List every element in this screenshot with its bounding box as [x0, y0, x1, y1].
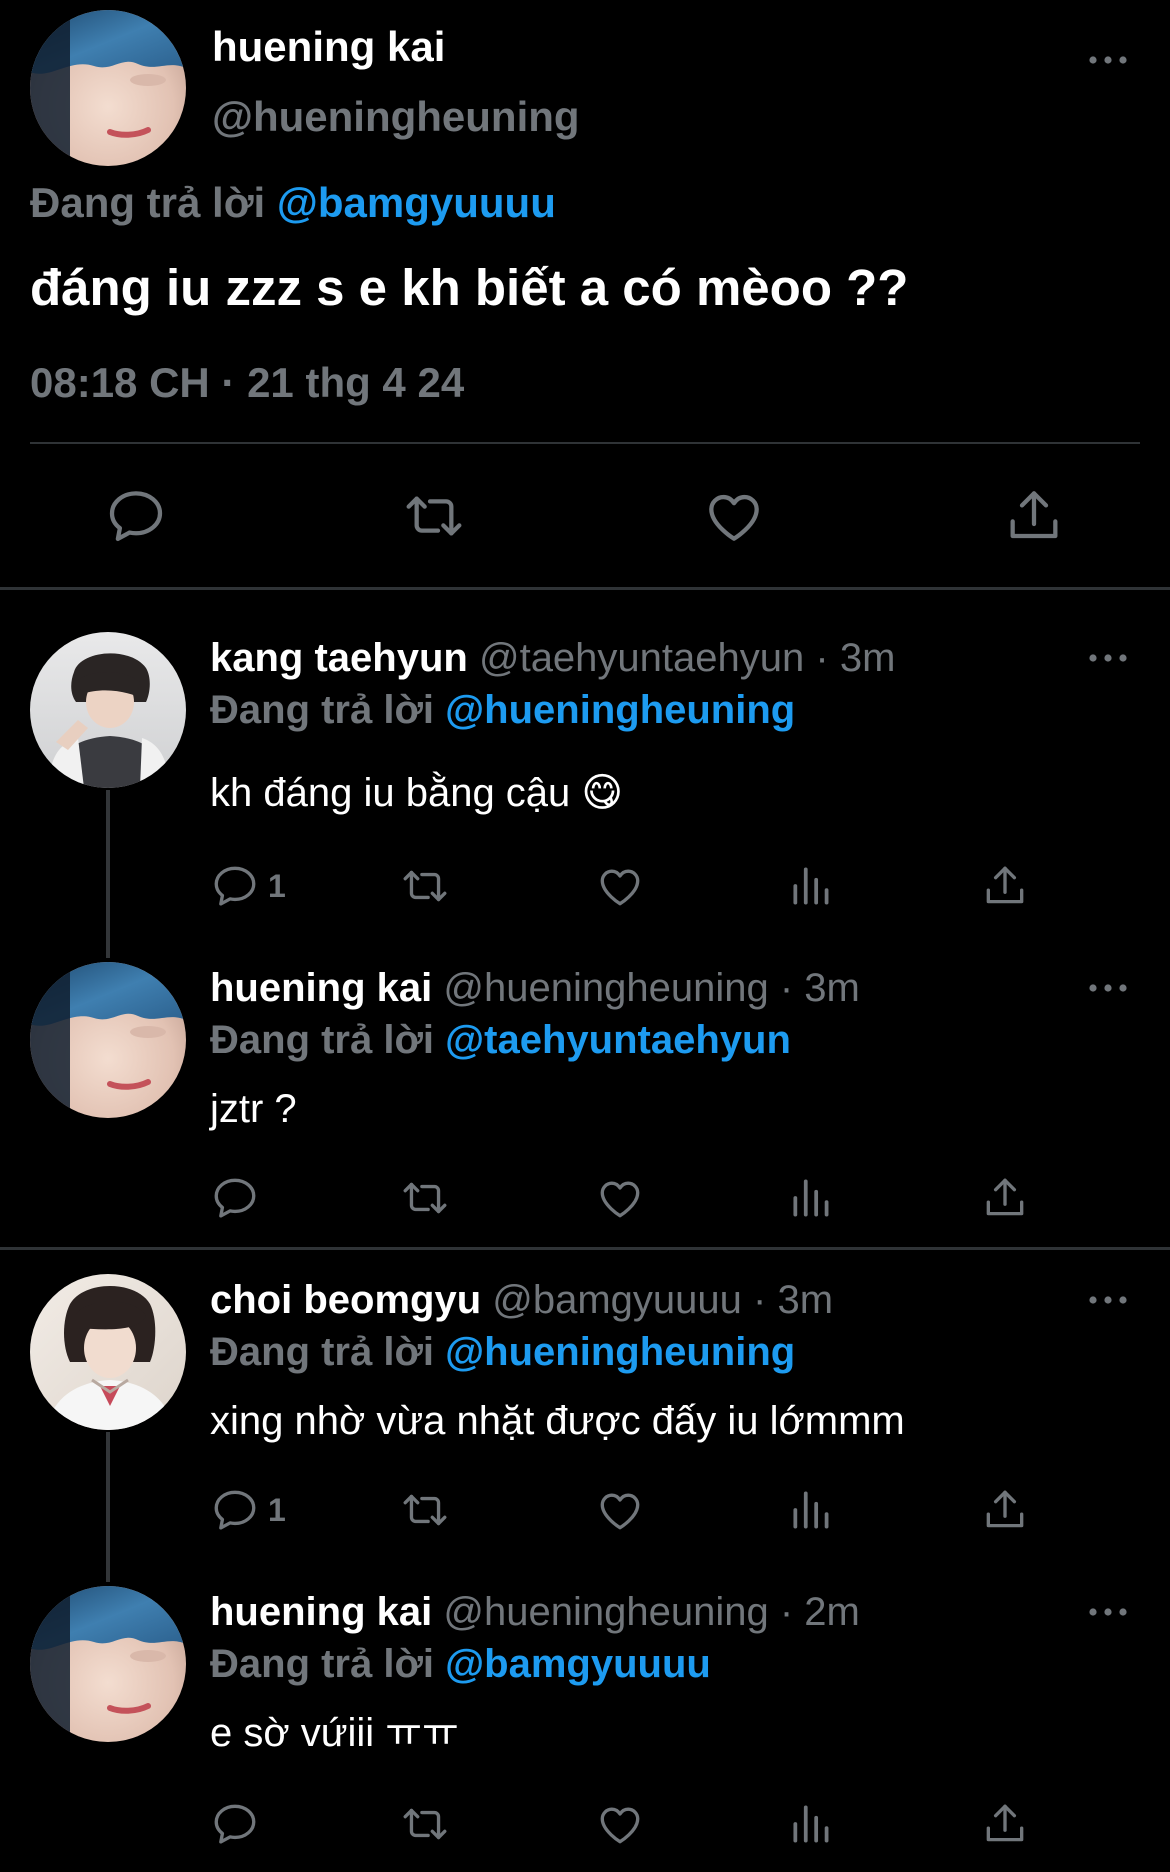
like-icon[interactable]	[702, 484, 766, 548]
reply-author-avatar[interactable]	[30, 632, 186, 788]
reply-icon[interactable]: 1	[210, 860, 286, 912]
main-author-handle[interactable]: @hueningheuning	[212, 92, 580, 142]
more-options-icon[interactable]	[1086, 978, 1130, 998]
avatar-photo-huening	[30, 1586, 186, 1742]
divider	[0, 587, 1170, 590]
share-icon[interactable]	[1002, 484, 1066, 548]
reply-icon[interactable]: 1	[210, 1484, 286, 1536]
reply-author-avatar[interactable]	[30, 1586, 186, 1742]
avatar-photo-taehyun	[30, 632, 186, 788]
reply-author-handle[interactable]: @taehyuntaehyun	[479, 636, 804, 680]
reply-author-avatar[interactable]	[30, 962, 186, 1118]
main-action-bar	[0, 484, 1170, 548]
reply-count: 1	[268, 1491, 286, 1528]
reply-text-content: kh đáng iu bằng cậu	[210, 771, 571, 815]
reply-time[interactable]: · 3m	[815, 636, 895, 680]
reply-action-bar: 1	[210, 860, 1050, 912]
reply-count: 1	[268, 867, 286, 904]
replying-line: Đang trả lời @bamgyuuuu	[210, 1640, 711, 1688]
reply-text: xing nhờ vừa nhặt được đấy iu lớmmm	[210, 1399, 905, 1443]
reply-header: choi beomgyu @bamgyuuuu · 3m	[210, 1276, 833, 1324]
replying-prefix: Đang trả lời	[210, 1642, 435, 1686]
more-options-icon[interactable]	[1086, 50, 1130, 70]
reply-author-name[interactable]: choi beomgyu	[210, 1278, 481, 1322]
retweet-icon[interactable]	[400, 1798, 450, 1850]
reply-text: jztr ?	[210, 1087, 297, 1131]
retweet-icon[interactable]	[400, 1172, 450, 1224]
views-icon[interactable]	[787, 1172, 837, 1224]
replying-prefix: Đang trả lời	[210, 1018, 435, 1062]
replying-to-link[interactable]: @hueningheuning	[445, 688, 795, 732]
retweet-icon[interactable]	[400, 860, 450, 912]
more-options-icon[interactable]	[1086, 1290, 1130, 1310]
views-icon[interactable]	[787, 1484, 837, 1536]
main-replying-line: Đang trả lời @bamgyuuuu	[30, 178, 556, 228]
like-icon[interactable]	[595, 1484, 645, 1536]
like-icon[interactable]	[595, 1798, 645, 1850]
divider	[30, 442, 1140, 444]
reply-author-name[interactable]: kang taehyun	[210, 636, 468, 680]
main-tweet-timestamp[interactable]: 08:18 CH · 21 thg 4 24	[30, 358, 464, 408]
reply-action-bar	[210, 1172, 1050, 1224]
views-icon[interactable]	[787, 860, 837, 912]
reply-header: huening kai @hueningheuning · 2m	[210, 1588, 860, 1636]
reply-author-name[interactable]: huening kai	[210, 1590, 432, 1634]
main-author-name[interactable]: huening kai	[212, 22, 445, 72]
reply-header: kang taehyun @taehyuntaehyun · 3m	[210, 634, 895, 682]
thread-connector	[106, 1432, 110, 1582]
reply-icon[interactable]	[210, 1798, 260, 1850]
replying-prefix: Đang trả lời	[210, 688, 435, 732]
share-icon[interactable]	[980, 1172, 1030, 1224]
avatar-photo-huening	[30, 10, 186, 166]
reply-text: kh đáng iu bằng cậu 😋	[210, 768, 623, 818]
views-icon[interactable]	[787, 1798, 837, 1850]
reply-header: huening kai @hueningheuning · 3m	[210, 964, 860, 1012]
emoji-yum: 😋	[581, 771, 624, 815]
replying-prefix: Đang trả lời	[210, 1330, 435, 1374]
reply-time[interactable]: · 3m	[753, 1278, 833, 1322]
replying-to-link[interactable]: @bamgyuuuu	[445, 1642, 711, 1686]
share-icon[interactable]	[980, 860, 1030, 912]
share-icon[interactable]	[980, 1484, 1030, 1536]
like-icon[interactable]	[595, 1172, 645, 1224]
reply-text: e sờ vứiii ㅠㅠ	[210, 1711, 459, 1755]
avatar-photo-huening	[30, 962, 186, 1118]
main-tweet-text: đáng iu zzz s e kh biết a có mèoo ??	[30, 259, 909, 316]
replying-to-link[interactable]: @taehyuntaehyun	[445, 1018, 791, 1062]
retweet-icon[interactable]	[400, 1484, 450, 1536]
reply-author-avatar[interactable]	[30, 1274, 186, 1430]
reply-time[interactable]: · 2m	[780, 1590, 860, 1634]
more-options-icon[interactable]	[1086, 1602, 1130, 1622]
replying-to-link[interactable]: @bamgyuuuu	[277, 179, 556, 226]
replying-to-link[interactable]: @hueningheuning	[445, 1330, 795, 1374]
reply-action-bar	[210, 1798, 1050, 1850]
more-options-icon[interactable]	[1086, 648, 1130, 668]
thread-connector	[106, 790, 110, 958]
reply-author-handle[interactable]: @hueningheuning	[443, 966, 768, 1010]
replying-prefix: Đang trả lời	[30, 179, 266, 226]
divider	[0, 1247, 1170, 1250]
retweet-icon[interactable]	[402, 484, 466, 548]
reply-time[interactable]: · 3m	[780, 966, 860, 1010]
reply-author-handle[interactable]: @bamgyuuuu	[492, 1278, 742, 1322]
reply-action-bar: 1	[210, 1484, 1050, 1536]
replying-line: Đang trả lời @hueningheuning	[210, 686, 795, 734]
reply-icon[interactable]	[104, 484, 168, 548]
main-author-avatar[interactable]	[30, 10, 186, 166]
replying-line: Đang trả lời @taehyuntaehyun	[210, 1016, 791, 1064]
like-icon[interactable]	[595, 860, 645, 912]
reply-author-name[interactable]: huening kai	[210, 966, 432, 1010]
reply-icon[interactable]	[210, 1172, 260, 1224]
share-icon[interactable]	[980, 1798, 1030, 1850]
replying-line: Đang trả lời @hueningheuning	[210, 1328, 795, 1376]
avatar-photo-beomgyu	[30, 1274, 186, 1430]
reply-author-handle[interactable]: @hueningheuning	[443, 1590, 768, 1634]
